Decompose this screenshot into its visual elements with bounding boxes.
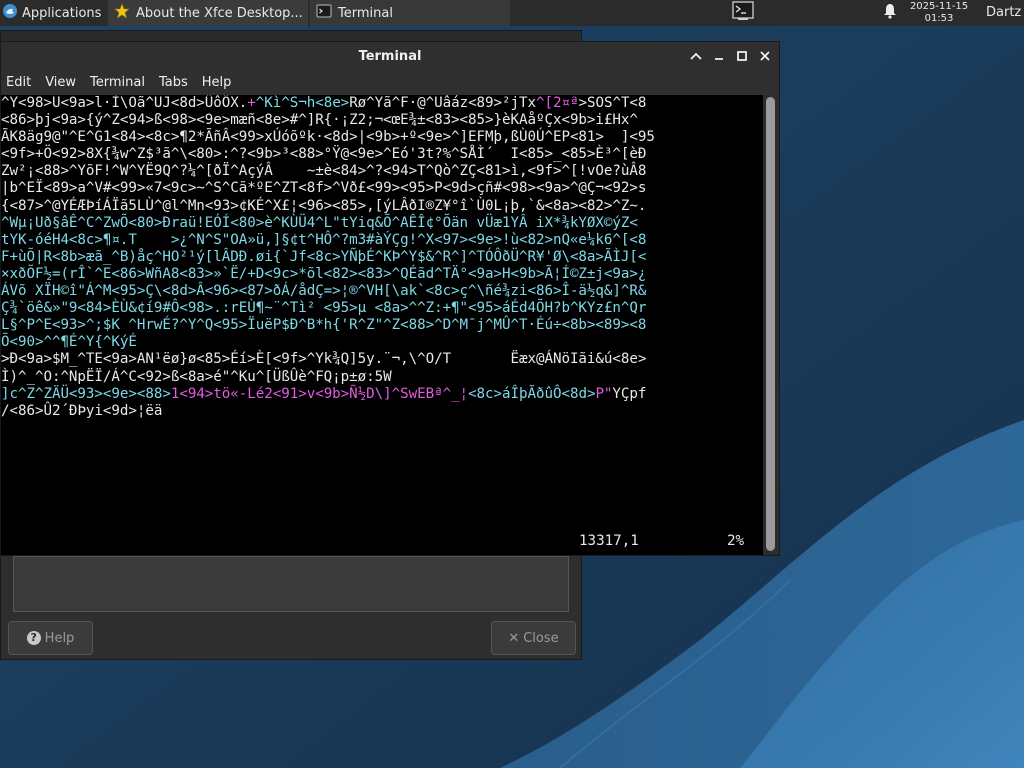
terminal-text-segment: L§^P^E<93>^;$K ^HrwÉ?^Y^Q<95>ÏuëP$Ð^B*h{… xyxy=(1,317,647,334)
terminal-text-segment: Õ<90>^^¶É^Y{^KýÉ xyxy=(1,334,137,351)
terminal-line: <9f>+Ö<92>8X{¾w^Z$³ã^\<80>:^?<9b>³<88>°Ÿ… xyxy=(1,146,763,163)
taskbar-item-terminal[interactable]: Terminal xyxy=(310,0,510,26)
terminal-line: ÃK8äg9@"^E^G1<84><8c>¶2*ÃñÂ<99>xÚóõºk·<8… xyxy=(1,129,763,146)
close-button[interactable]: ✕ Close xyxy=(491,621,576,655)
terminal-text: ^Y<98>Ü<9a>l·Ì\Oã^UJ<8d>ÛôÔX.+^Kì^S¬h<8e… xyxy=(1,95,763,420)
menu-help[interactable]: Help xyxy=(197,71,237,95)
terminal-line: >Ð<9a>$M_^TE<9a>AN¹ëø}ø<85>Éí>È[<9f>^Yk¾… xyxy=(1,351,763,368)
notifications-button[interactable] xyxy=(878,0,902,26)
terminal-line: Ç¾`öê&»"9<84>ÈÙ&¢í9#Ô<98>.:rEÙ¶~¨^Tì² <9… xyxy=(1,300,763,317)
menu-view[interactable]: View xyxy=(40,71,81,95)
help-button[interactable]: ? Help xyxy=(8,621,93,655)
terminal-text-segment: ^[2¤ª xyxy=(536,95,579,111)
terminal-text-segment: <8c>áÎþÃðûÔ<8d> xyxy=(468,385,596,402)
terminal-output[interactable]: ^Y<98>Ü<9a>l·Ì\Oã^UJ<8d>ÛôÔX.+^Kì^S¬h<8e… xyxy=(1,95,763,555)
terminal-text-segment: <86>þj<9a>{ý^Z<94>ß<98><9e>mæñ<8e>#^]R{·… xyxy=(1,112,638,129)
terminal-line: |b^EÏ<89>a^V#<99>«7<9c>~^S^Cã*ºE^ZT<8f>^… xyxy=(1,180,763,197)
menu-edit[interactable]: Edit xyxy=(1,71,36,95)
clock-date: 2025-11-15 xyxy=(909,1,969,12)
terminal-text-segment: YÇpf xyxy=(612,385,647,402)
terminal-text-segment: Zw²¡<88>^YõF!^W^YË9Q^?¼^[ðÏ^AçýÂ ~±è<84>… xyxy=(1,163,647,180)
terminal-launcher-button[interactable] xyxy=(728,0,758,26)
panel-clock[interactable]: 2025-11-15 01:53 xyxy=(906,1,972,25)
terminal-text-segment: {<87>^@YÉÆÞíÁÏã5LÙ^@l^Mn<93>¢KÉ^X£¦<96><… xyxy=(1,197,647,214)
close-icon: ✕ xyxy=(508,630,520,646)
star-icon xyxy=(114,3,130,23)
terminal-text-segment: F+ùÕ|R<8b>æã_^B)åç^HO²¹ý[lÂDÐ.øi{`Jf<8c>… xyxy=(1,248,647,265)
terminal-text-segment: ^Wµ¡Uð§âÊ^C^ZwÕ<80>Ðraü!EÓÍ<80>è^KÙÜ4^L"… xyxy=(1,214,638,231)
terminal-text-segment: |b^EÏ<89>a^V#<99>«7<9c>~^S^Cã*ºE^ZT<8f>^… xyxy=(1,180,647,197)
terminal-text-segment: ×xðÕF½=(rÎ`^E<86>WñA8<83>»`Ë/+D<9c>*õl<8… xyxy=(1,265,647,282)
close-icon xyxy=(760,51,770,61)
terminal-line: tYK-óéH4<8c>¶¤.T >¿^N^S"OA»ü,]§¢t^HÔ^?m3… xyxy=(1,232,763,249)
terminal-text-segment: ÁVõ XÏH©î"Á^M<95>Ç\<8d>Â<96><87>ðÁ/ådÇ=>… xyxy=(1,283,647,300)
window-maximize-button[interactable] xyxy=(732,46,752,66)
terminal-text-segment: ^Y<98>Ü<9a>l·Ì\Oã^UJ<8d>ÛôÔX. xyxy=(1,95,248,111)
terminal-text-segment: Ì)^_^O:^NpËÏ/Á^C<92>ß<8a>é"^Ku^[ÜßÛè^FQ¡… xyxy=(1,368,392,385)
terminal-text-segment: ]c^Z^ZÄÜ<93><9e><88> xyxy=(1,385,171,402)
terminal-text-segment: Rø^Yã^F·@^Uâáz<89>²jTx xyxy=(349,95,537,111)
window-shade-button[interactable] xyxy=(686,46,706,66)
terminal-line: /<86>Û2´ÐÞyi<9d>¦ëä xyxy=(1,403,763,420)
terminal-line: ]c^Z^ZÄÜ<93><9e><88>1<94>tö«-Lé2<91>v<9b… xyxy=(1,386,763,403)
terminal-text-segment: tYK-óéH4<8c>¶¤.T >¿^N^S"OA»ü,]§¢t^HÔ^?m3… xyxy=(1,231,647,248)
taskbar-item-label: Terminal xyxy=(338,5,393,21)
applications-label: Applications xyxy=(22,5,102,21)
window-close-button[interactable] xyxy=(755,46,775,66)
chevron-up-icon xyxy=(690,52,702,60)
xfce-logo-icon xyxy=(2,3,18,23)
terminal-menubar: Edit View Terminal Tabs Help xyxy=(1,71,779,95)
terminal-line: ^Y<98>Ü<9a>l·Ì\Oã^UJ<8d>ÛôÔX.+^Kì^S¬h<8e… xyxy=(1,95,763,112)
minimize-icon xyxy=(715,58,723,60)
terminal-line: F+ùÕ|R<8b>æã_^B)åç^HO²¹ý[lÂDÐ.øi{`Jf<8c>… xyxy=(1,249,763,266)
menu-terminal[interactable]: Terminal xyxy=(85,71,150,95)
terminal-text-segment: ÃK8äg9@"^E^G1<84><8c>¶2*ÃñÂ<99>xÚóõºk·<8… xyxy=(1,129,655,146)
vim-cursor-position: 13317,1 xyxy=(579,533,639,549)
terminal-text-segment: ^Kì^S¬h<8e> xyxy=(255,95,350,111)
terminal-text-segment: >SOS^T<8 xyxy=(578,95,647,111)
terminal-text-segment: 1<94>tö«-Lé2<91>v<9b>Ñ½D\]^SwEBª^_¦ xyxy=(170,385,469,402)
clock-time: 01:53 xyxy=(924,13,954,24)
close-button-label: Close xyxy=(523,630,559,646)
scrollbar-thumb[interactable] xyxy=(766,97,775,551)
terminal-line: {<87>^@YÉÆÞíÁÏã5LÙ^@l^Mn<93>¢KÉ^X£¦<96><… xyxy=(1,198,763,215)
bell-icon xyxy=(883,3,897,23)
terminal-line: Ì)^_^O:^NpËÏ/Á^C<92>ß<8a>é"^Ku^[ÜßÛè^FQ¡… xyxy=(1,369,763,386)
about-content-area xyxy=(13,556,569,612)
terminal-line: ÁVõ XÏH©î"Á^M<95>Ç\<8d>Â<96><87>ðÁ/ådÇ=>… xyxy=(1,283,763,300)
terminal-text-segment: /<86>Û2´ÐÞyi<9d>¦ëä xyxy=(1,402,163,419)
applications-menu-button[interactable]: Applications xyxy=(0,0,106,26)
maximize-icon xyxy=(737,51,747,61)
menu-tabs[interactable]: Tabs xyxy=(154,71,193,95)
vim-scroll-percent: 2% xyxy=(727,533,745,549)
help-icon: ? xyxy=(26,631,41,645)
terminal-line: ×xðÕF½=(rÎ`^E<86>WñA8<83>»`Ë/+D<9c>*õl<8… xyxy=(1,266,763,283)
terminal-line: L§^P^E<93>^;$K ^HrwÉ?^Y^Q<95>ÏuëP$Ð^B*h{… xyxy=(1,317,763,334)
terminal-line: <86>þj<9a>{ý^Z<94>ß<98><9e>mæñ<8e>#^]R{·… xyxy=(1,112,763,129)
terminal-scrollbar[interactable] xyxy=(763,95,779,555)
taskbar-item-label: About the Xfce Desktop... xyxy=(136,5,303,21)
help-button-label: Help xyxy=(44,630,75,646)
terminal-line: ^Wµ¡Uð§âÊ^C^ZwÕ<80>Ðraü!EÓÍ<80>è^KÙÜ4^L"… xyxy=(1,215,763,232)
terminal-icon xyxy=(732,1,754,25)
terminal-text-segment: P" xyxy=(595,385,613,402)
terminal-window: Terminal Edit View Terminal Tabs Help ^Y… xyxy=(0,41,780,556)
user-menu-button[interactable]: Dartz xyxy=(986,0,1021,26)
terminal-titlebar[interactable]: Terminal xyxy=(1,42,779,71)
taskbar-item-about-xfce[interactable]: About the Xfce Desktop... xyxy=(108,0,308,26)
terminal-line: Zw²¡<88>^YõF!^W^YË9Q^?¼^[ðÏ^AçýÂ ~±è<84>… xyxy=(1,163,763,180)
terminal-text-segment: + xyxy=(247,95,256,111)
terminal-text-segment: >Ð<9a>$M_^TE<9a>AN¹ëø}ø<85>Éí>È[<9f>^Yk¾… xyxy=(1,351,647,368)
window-title: Terminal xyxy=(358,49,422,64)
terminal-icon xyxy=(316,3,332,23)
top-panel: Applications About the Xfce Desktop... T… xyxy=(0,0,1024,26)
terminal-line: Õ<90>^^¶É^Y{^KýÉ xyxy=(1,334,763,351)
terminal-text-segment: <9f>+Ö<92>8X{¾w^Z$³ã^\<80>:^?<9b>³<88>°Ÿ… xyxy=(1,146,647,163)
terminal-text-segment: Ç¾`öê&»"9<84>ÈÙ&¢í9#Ô<98>.:rEÙ¶~¨^Tì² <9… xyxy=(1,300,647,317)
window-minimize-button[interactable] xyxy=(709,46,729,66)
